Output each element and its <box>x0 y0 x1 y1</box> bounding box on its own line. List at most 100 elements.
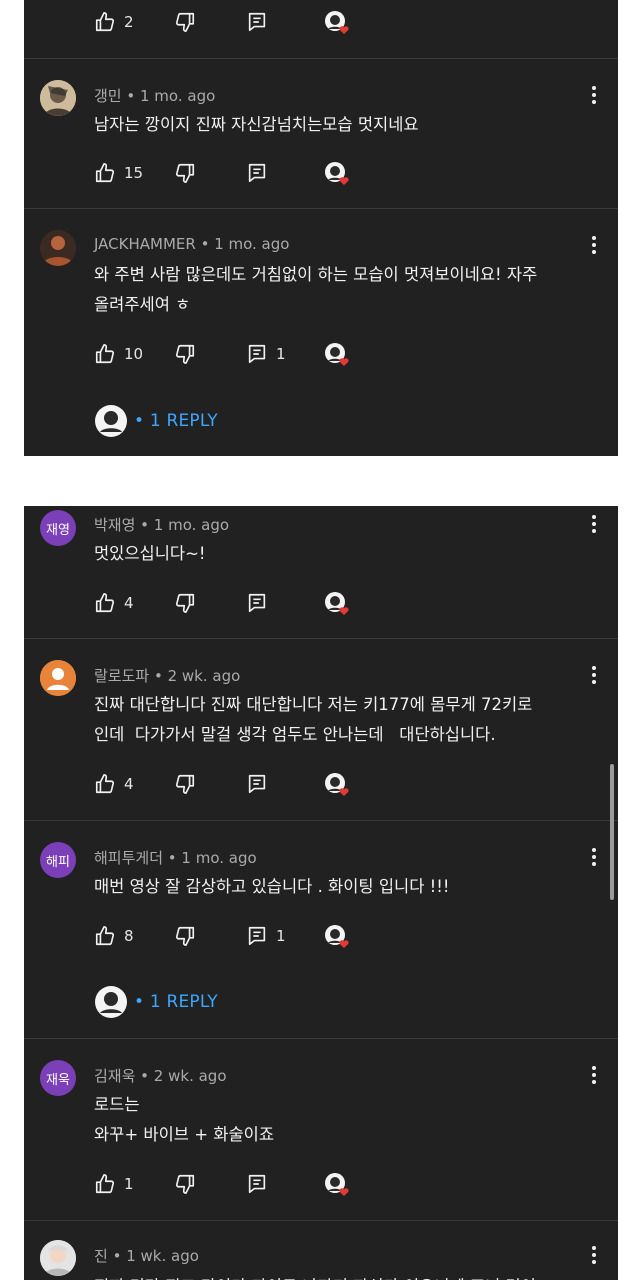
reply-button[interactable] <box>246 1172 268 1196</box>
kebab-menu-button[interactable] <box>584 1063 604 1087</box>
comment-text: 남자는 깡이지 진짜 자신감넘치는모습 멋지네요 <box>94 110 594 140</box>
creator-avatar <box>95 986 127 1018</box>
comments-panel-bottom: 재영 박재영 • 1 mo. ago 멋있으십니다~! 4 랄로도파 • 2 w… <box>24 506 618 1280</box>
view-replies-button[interactable]: • 1 REPLY <box>94 985 218 1019</box>
reply-button[interactable]: 1 <box>246 924 286 948</box>
reply-icon <box>248 163 266 183</box>
kebab-menu-button[interactable] <box>584 83 604 107</box>
dislike-icon <box>175 774 195 794</box>
kebab-icon <box>592 848 596 852</box>
avatar[interactable] <box>40 80 76 116</box>
comment-text: 와 주변 사람 많은데도 거침없이 하는 모습이 멋져보이네요! 자주 올려주세여… <box>94 260 594 320</box>
dislike-button[interactable] <box>174 772 196 796</box>
reply-button[interactable]: 1 <box>246 342 286 366</box>
like-icon <box>95 926 115 946</box>
comment-line: 로드는 <box>94 1095 140 1114</box>
like-button[interactable]: 2 <box>94 10 134 34</box>
reply-count: 1 <box>276 927 286 945</box>
comment-item: 갱민 • 1 mo. ago 남자는 깡이지 진짜 자신감넘치는모습 멋지네요 … <box>24 58 618 208</box>
kebab-icon <box>592 515 596 519</box>
comment-time[interactable]: 1 mo. ago <box>140 87 215 105</box>
comment-time[interactable]: 1 wk. ago <box>126 1247 199 1265</box>
kebab-icon <box>592 666 596 670</box>
comment-time[interactable]: 1 mo. ago <box>214 235 289 253</box>
dislike-button[interactable] <box>174 924 196 948</box>
comment-item: 랄로도파 • 2 wk. ago 진짜 대단합니다 진짜 대단합니다 저는 키1… <box>24 638 618 820</box>
avatar[interactable]: 재욱 <box>40 1060 76 1096</box>
comment-meta: 박재영 • 1 mo. ago <box>94 514 229 535</box>
author-name[interactable]: 랄로도파 <box>94 667 149 685</box>
creator-heart-icon <box>325 773 349 796</box>
reply-button[interactable] <box>246 10 268 34</box>
dislike-button[interactable] <box>174 161 196 185</box>
dislike-button[interactable] <box>174 591 196 615</box>
comment-text: 진짜 대단합니다 진짜 대단합니다 저는 키177에 몸무게 72키로 인데 다가… <box>94 690 604 750</box>
avatar[interactable]: 재영 <box>40 510 76 546</box>
view-replies-button[interactable]: • 1 REPLY <box>94 404 218 438</box>
meta-separator: • <box>135 516 154 534</box>
author-name[interactable]: 박재영 <box>94 516 135 534</box>
reply-icon <box>248 593 266 613</box>
kebab-icon <box>592 86 596 90</box>
author-name[interactable]: 해피투게더 <box>94 849 163 867</box>
comment-actions: 4 <box>94 772 394 796</box>
avatar-initials: 재욱 <box>46 1072 70 1088</box>
kebab-menu-button[interactable] <box>584 663 604 687</box>
kebab-menu-button[interactable] <box>584 512 604 536</box>
comment-text: 진짜 미라 진고 타이가 자이도 나자기 자신가 이으니께 조니 멋이 <box>94 1272 604 1280</box>
dislike-icon <box>175 12 195 32</box>
like-icon <box>95 344 115 364</box>
meta-separator: • <box>107 1247 127 1265</box>
comment-time[interactable]: 1 mo. ago <box>181 849 256 867</box>
comment-meta: 해피투게더 • 1 mo. ago <box>94 847 257 868</box>
reply-button[interactable] <box>246 161 268 185</box>
avatar[interactable] <box>40 230 76 266</box>
like-icon <box>95 593 115 613</box>
like-button[interactable]: 4 <box>94 772 134 796</box>
comment-time[interactable]: 1 mo. ago <box>154 516 229 534</box>
comment-text: 매번 영상 잘 감상하고 있습니다 . 화이팅 입니다 !!! <box>94 872 594 902</box>
like-button[interactable]: 8 <box>94 924 134 948</box>
kebab-menu-button[interactable] <box>584 233 604 257</box>
dislike-button[interactable] <box>174 342 196 366</box>
author-name[interactable]: 진 <box>94 1247 108 1265</box>
author-name[interactable]: JACKHAMMER <box>94 235 196 253</box>
comment-item: 해피 해피투게더 • 1 mo. ago 매번 영상 잘 감상하고 있습니다 .… <box>24 820 618 1038</box>
like-button[interactable]: 1 <box>94 1172 134 1196</box>
creator-heart-icon <box>325 1173 349 1196</box>
comment-time[interactable]: 2 wk. ago <box>168 667 241 685</box>
kebab-menu-button[interactable] <box>584 1243 604 1267</box>
dislike-button[interactable] <box>174 1172 196 1196</box>
avatar[interactable] <box>40 1240 76 1276</box>
meta-separator: • <box>135 1067 154 1085</box>
avatar-photo <box>40 80 76 116</box>
like-icon <box>95 12 115 32</box>
comment-line: 진짜 대단합니다 진짜 대단합니다 저는 키177에 몸무게 72키로 <box>94 695 533 714</box>
avatar[interactable] <box>40 660 76 696</box>
scrollbar[interactable] <box>610 764 614 900</box>
dislike-icon <box>175 163 195 183</box>
avatar[interactable]: 해피 <box>40 842 76 878</box>
like-icon <box>95 1174 115 1194</box>
comment-meta: 진 • 1 wk. ago <box>94 1245 199 1266</box>
avatar-photo <box>40 1240 76 1276</box>
dislike-button[interactable] <box>174 10 196 34</box>
comment-line: 올려주세여 ㅎ <box>94 295 191 314</box>
comments-panel-top: 2 갱민 • 1 mo. ago 남자는 깡이지 진짜 자신감넘치는모습 멋지네… <box>24 0 618 456</box>
reply-button[interactable] <box>246 591 268 615</box>
comment-line: 와꾸+ 바이브 + 화술이죠 <box>94 1125 275 1144</box>
creator-avatar <box>95 405 127 437</box>
like-button[interactable]: 15 <box>94 161 143 185</box>
author-name[interactable]: 김재욱 <box>94 1067 135 1085</box>
reply-link-text: 1 REPLY <box>149 411 218 431</box>
dislike-icon <box>175 926 195 946</box>
kebab-icon <box>592 236 596 240</box>
reply-button[interactable] <box>246 772 268 796</box>
author-name[interactable]: 갱민 <box>94 87 122 105</box>
kebab-menu-button[interactable] <box>584 845 604 869</box>
comment-time[interactable]: 2 wk. ago <box>154 1067 227 1085</box>
creator-heart-icon <box>325 162 349 185</box>
kebab-icon <box>592 1066 596 1070</box>
like-button[interactable]: 10 <box>94 342 143 366</box>
like-button[interactable]: 4 <box>94 591 134 615</box>
